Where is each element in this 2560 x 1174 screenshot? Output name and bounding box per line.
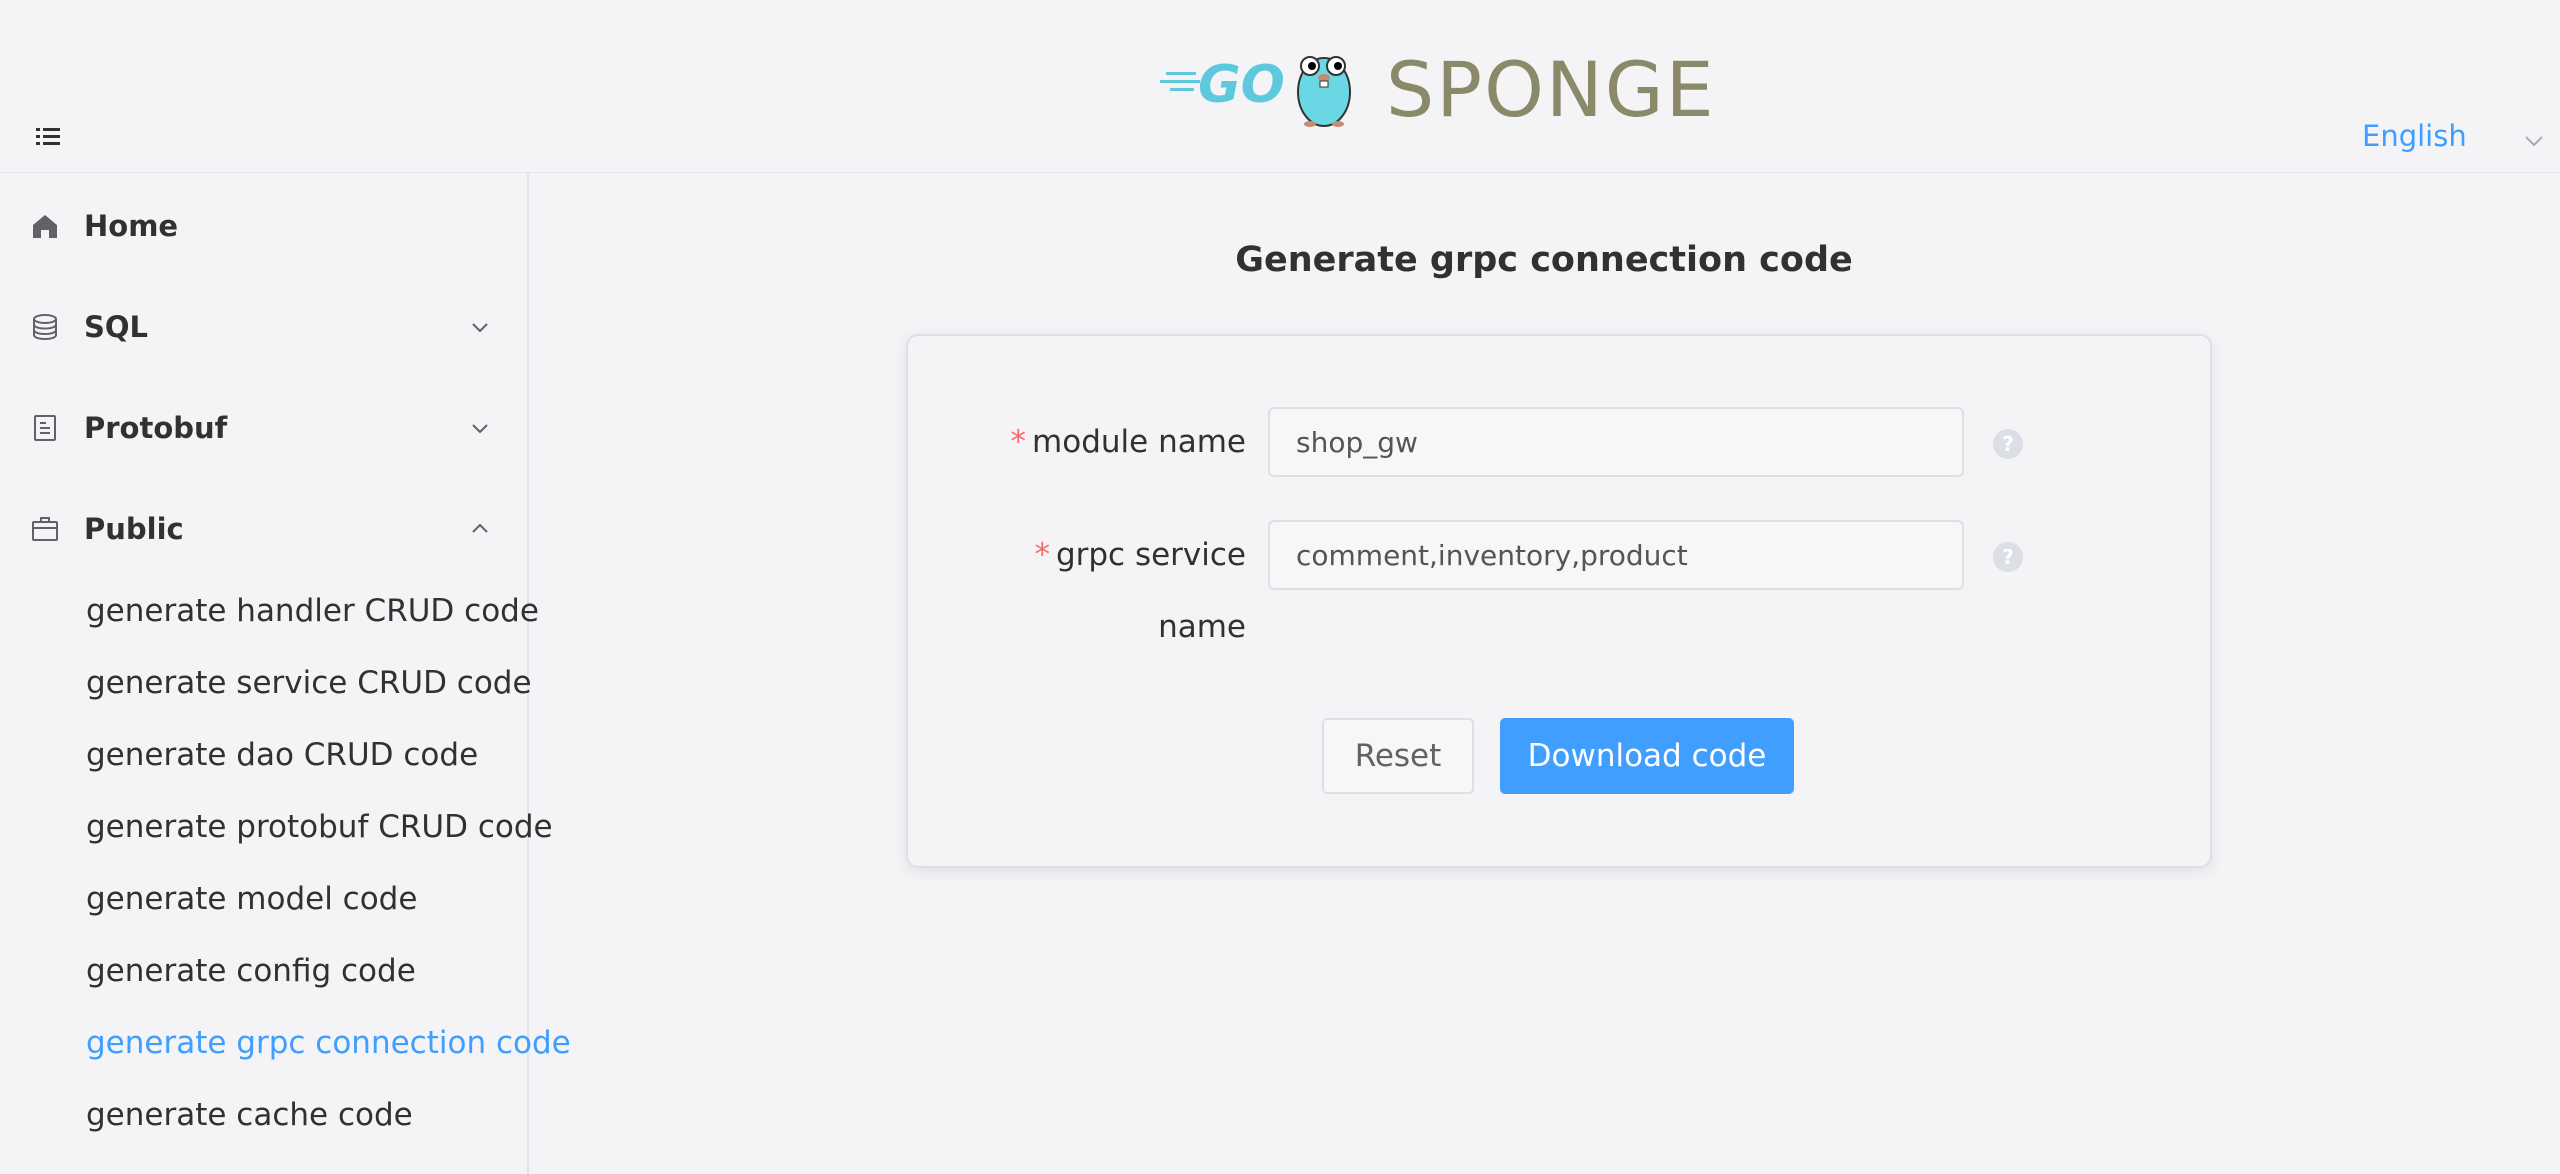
module-name-label-text: module name — [1032, 424, 1246, 460]
logo-go-text: GO — [1198, 55, 1285, 115]
grpc-service-label-line1: grpc service — [1055, 537, 1246, 573]
module-name-input[interactable]: shop_gw — [1268, 407, 1964, 477]
sidebar-subitem-cache-code[interactable]: generate cache code — [86, 1097, 413, 1133]
sidebar-item-public[interactable]: Public — [0, 499, 527, 559]
menu-collapse-icon[interactable] — [36, 124, 64, 148]
chevron-up-icon — [470, 519, 490, 539]
module-name-label: * module name — [960, 406, 1246, 478]
gopher-icon — [1297, 56, 1351, 127]
help-icon[interactable]: ? — [1992, 428, 2024, 460]
grpc-service-name-label: * grpc service — [960, 519, 1246, 591]
sponge-logo: GO SPONGE — [1160, 36, 1800, 134]
document-icon — [30, 413, 60, 443]
required-mark: * — [1010, 424, 1027, 460]
svg-text:?: ? — [2002, 432, 2014, 456]
required-mark: * — [1034, 537, 1050, 573]
top-header: GO SPONGE English — [0, 0, 2560, 173]
home-icon — [30, 211, 60, 241]
language-selector[interactable]: English — [2362, 116, 2545, 156]
grpc-service-label-line2: name — [1158, 609, 1246, 645]
sidebar-item-label: Public — [84, 512, 184, 546]
sidebar-item-home[interactable]: Home — [0, 196, 527, 256]
module-name-value: shop_gw — [1296, 425, 1418, 459]
logo-sponge-text: SPONGE — [1386, 45, 1716, 128]
chevron-down-icon[interactable] — [2523, 125, 2545, 147]
briefcase-icon — [30, 514, 60, 544]
sidebar-subitem-service-crud[interactable]: generate service CRUD code — [86, 665, 532, 701]
sidebar-subitem-model-code[interactable]: generate model code — [86, 881, 417, 917]
grpc-service-name-input[interactable]: comment,inventory,product — [1268, 520, 1964, 590]
sidebar-item-label: Home — [84, 209, 179, 243]
reset-button[interactable]: Reset — [1322, 718, 1474, 794]
help-icon[interactable]: ? — [1992, 541, 2024, 573]
sidebar: Home SQL Protobuf Public generate handle… — [0, 173, 571, 1174]
sidebar-subitem-protobuf-crud[interactable]: generate protobuf CRUD code — [86, 809, 553, 845]
database-icon — [30, 312, 60, 342]
sidebar-subitem-grpc-connection[interactable]: generate grpc connection code — [86, 1025, 571, 1061]
svg-text:?: ? — [2002, 545, 2014, 569]
sidebar-item-protobuf[interactable]: Protobuf — [0, 398, 527, 458]
sidebar-item-label: SQL — [84, 310, 149, 344]
chevron-down-icon — [470, 317, 490, 337]
download-code-button[interactable]: Download code — [1500, 718, 1794, 794]
sidebar-subitem-config-code[interactable]: generate config code — [86, 953, 416, 989]
language-label[interactable]: English — [2362, 119, 2467, 153]
sidebar-item-sql[interactable]: SQL — [0, 297, 527, 357]
sidebar-subitem-handler-crud[interactable]: generate handler CRUD code — [86, 593, 539, 629]
grpc-service-name-value: comment,inventory,product — [1296, 538, 1688, 572]
chevron-down-icon — [470, 418, 490, 438]
sidebar-subitem-dao-crud[interactable]: generate dao CRUD code — [86, 737, 478, 773]
page-title: Generate grpc connection code — [1235, 240, 1853, 280]
sidebar-item-label: Protobuf — [84, 411, 228, 445]
